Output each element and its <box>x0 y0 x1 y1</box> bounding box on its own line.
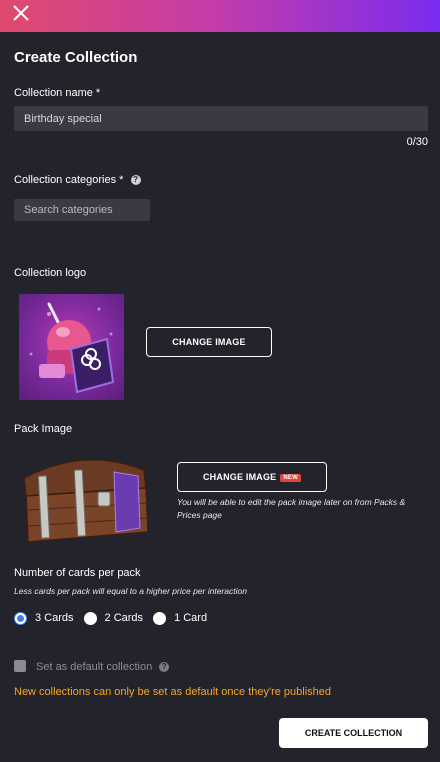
default-collection-label-row: Set as default collection ? <box>36 661 170 673</box>
radio-label-1-card: 1 Card <box>174 612 208 624</box>
radio-label-3-cards: 3 Cards <box>35 612 74 624</box>
categories-label-row: Collection categories * ? <box>14 174 141 186</box>
cards-per-pack-options: 3 Cards 2 Cards 1 Card <box>14 611 217 625</box>
change-logo-button[interactable]: CHANGE IMAGE <box>146 327 272 357</box>
radio-button[interactable] <box>153 611 167 625</box>
question-circle-icon[interactable]: ? <box>130 175 141 186</box>
default-collection-warning: New collections can only be set as defau… <box>14 686 332 698</box>
page-title: Create Collection <box>14 49 138 66</box>
header-bar <box>0 0 440 32</box>
default-collection-label: Set as default collection <box>36 661 153 673</box>
pack-image-hint: You will be able to edit the pack image … <box>177 497 406 520</box>
character-counter: 0/30 <box>406 136 428 148</box>
radio-button[interactable] <box>83 611 97 625</box>
cards-per-pack-label: Number of cards per pack <box>14 567 141 579</box>
collection-name-label: Collection name * <box>14 87 101 99</box>
radio-label-2-cards: 2 Cards <box>104 612 144 624</box>
collection-logo-label: Collection logo <box>14 267 87 279</box>
radio-option-3-cards[interactable]: 3 Cards <box>14 611 74 625</box>
radio-option-2-cards[interactable]: 2 Cards <box>83 611 144 625</box>
default-collection-checkbox[interactable] <box>14 660 26 672</box>
change-pack-image-label: CHANGE IMAGE <box>202 472 277 482</box>
cards-per-pack-hint: Less cards per pack will equal to a high… <box>14 586 247 596</box>
radio-button-selected[interactable] <box>14 611 27 625</box>
categories-label: Collection categories * <box>14 174 124 186</box>
create-collection-button[interactable]: CREATE COLLECTION <box>279 718 428 748</box>
change-pack-image-button[interactable]: CHANGE IMAGE NEW <box>177 462 327 492</box>
new-badge: NEW <box>280 473 301 482</box>
search-categories-input[interactable] <box>14 199 150 221</box>
pack-chest-image <box>14 448 157 548</box>
question-circle-icon[interactable]: ? <box>159 662 170 673</box>
collection-name-input[interactable] <box>14 106 428 131</box>
collection-logo-image <box>19 294 124 400</box>
radio-option-1-card[interactable]: 1 Card <box>153 611 208 625</box>
close-icon[interactable] <box>12 4 30 22</box>
pack-image-label: Pack Image <box>14 423 73 435</box>
